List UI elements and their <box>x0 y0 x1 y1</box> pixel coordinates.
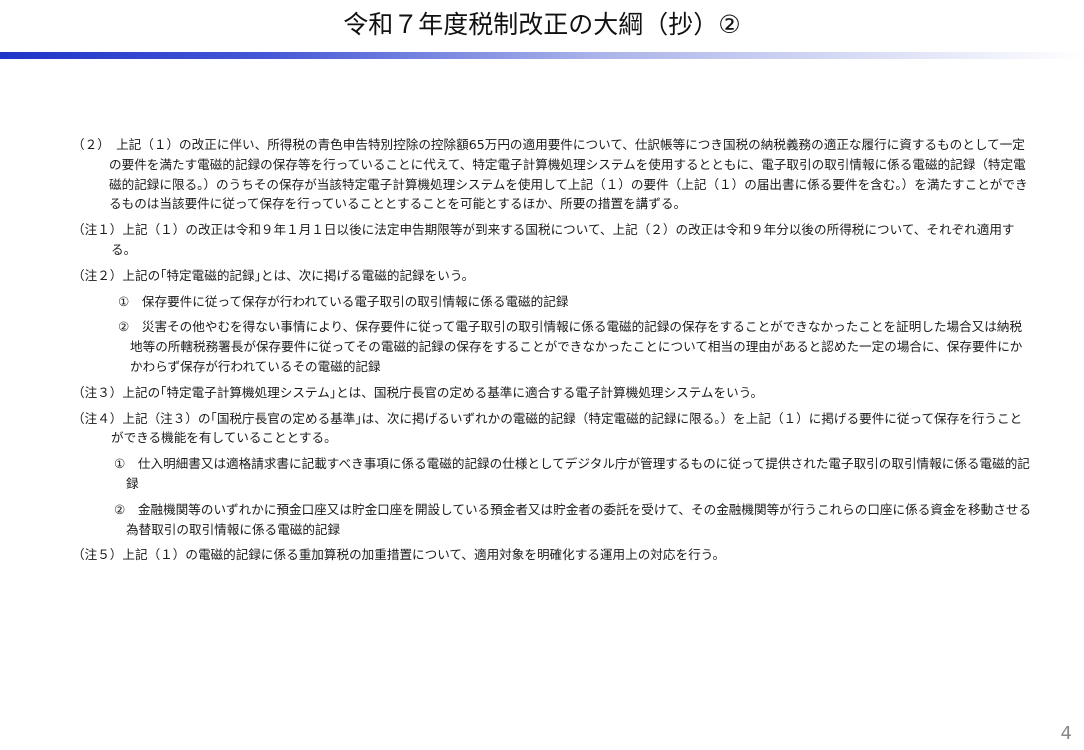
note-4-item-1: ① 仕入明細書又は適格請求書に記載すべき事項に係る電磁的記録の仕様としてデジタル… <box>114 456 1030 491</box>
note-1: （注１）上記（１）の改正は令和９年１月１日以後に法定申告期限等が到来する国税につ… <box>72 222 1015 257</box>
paragraph-2: （２） 上記（１）の改正に伴い、所得税の青色申告特別控除の控除額65万円の適用要… <box>72 137 1028 212</box>
title-accent-bar <box>0 52 1084 59</box>
note-5: （注５）上記（１）の電磁的記録に係る重加算税の加重措置について、適用対象を明確化… <box>72 547 726 563</box>
note-4: （注４）上記（注３）の｢国税庁長官の定める基準｣は、次に掲げるいずれかの電磁的記… <box>72 410 1023 446</box>
note-2: （注２）上記の｢特定電磁的記録｣とは、次に掲げる電磁的記録をいう。 <box>72 267 475 283</box>
note-4-item-2: ② 金融機関等のいずれかに預金口座又は貯金口座を開設している預金者又は貯金者の委… <box>114 501 1032 537</box>
note-2-item-2: ② 災害その他やむを得ない事情により、保存要件に従って電子取引の取引情報に係る電… <box>118 319 1023 374</box>
page-number: 4 <box>1060 723 1072 744</box>
document-body: （２） 上記（１）の改正に伴い、所得税の青色申告特別控除の控除額65万円の適用要… <box>72 135 1032 565</box>
slide-title: 令和７年度税制改正の大綱（抄）② <box>343 10 741 39</box>
note-2-item-1: ① 保存要件に従って保存が行われている電子取引の取引情報に係る電磁的記録 <box>118 293 569 309</box>
note-3: （注３）上記の｢特定電子計算機処理システム｣とは、国税庁長官の定める基準に適合す… <box>72 384 764 400</box>
